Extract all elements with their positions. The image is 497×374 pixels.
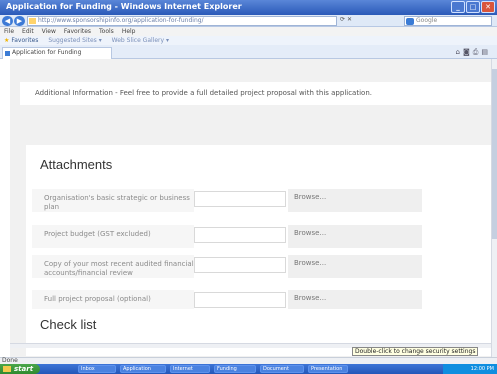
menu-view[interactable]: View bbox=[42, 27, 56, 36]
browse-button[interactable]: Browse... bbox=[294, 193, 326, 201]
attachment-row: Copy of your most recent audited financi… bbox=[26, 255, 491, 278]
start-label: start bbox=[14, 365, 34, 373]
tab-row: Application for Funding ⌂◙⎙▤ bbox=[0, 45, 497, 59]
checklist-heading: Check list bbox=[40, 317, 97, 332]
forward-button[interactable]: ▶ bbox=[14, 16, 25, 26]
command-bar: ⌂◙⎙▤ bbox=[456, 48, 491, 57]
search-input[interactable]: Google bbox=[404, 16, 492, 26]
tab-favicon-icon bbox=[5, 51, 10, 56]
attachment-label: Full project proposal (optional) bbox=[44, 295, 151, 303]
star-icon: ★ bbox=[4, 37, 10, 44]
system-tray: 12:00 PM bbox=[443, 364, 497, 374]
attachment-label: Project budget (GST excluded) bbox=[44, 230, 151, 238]
favorites-bar: ★ Favorites Suggested Sites ▾ Web Slice … bbox=[0, 36, 497, 45]
clock: 12:00 PM bbox=[470, 366, 494, 372]
close-button[interactable]: ✕ bbox=[481, 1, 495, 13]
feeds-icon[interactable]: ◙ bbox=[463, 48, 473, 56]
address-toolbar: ◀ ▶ http://www.sponsorshipinfo.org/appli… bbox=[0, 15, 497, 27]
scrollbar-thumb[interactable] bbox=[492, 69, 497, 239]
windows-flag-icon bbox=[3, 366, 11, 372]
browse-button[interactable]: Browse... bbox=[294, 229, 326, 237]
attachment-label: Organisation's basic strategic or busine… bbox=[44, 194, 190, 211]
status-text: Done bbox=[2, 357, 18, 364]
menu-file[interactable]: File bbox=[4, 27, 14, 36]
taskbar: start Inbox Application Internet Funding… bbox=[0, 364, 497, 374]
file-path-input[interactable] bbox=[194, 227, 286, 243]
taskbar-button[interactable]: Presentation bbox=[308, 365, 348, 373]
search-placeholder: Google bbox=[416, 17, 438, 24]
browse-button[interactable]: Browse... bbox=[294, 259, 326, 267]
address-controls: ⟳ ✕ bbox=[340, 16, 400, 26]
menu-help[interactable]: Help bbox=[122, 27, 136, 36]
page-icon bbox=[29, 18, 36, 24]
taskbar-button[interactable]: Internet bbox=[170, 365, 210, 373]
forward-arrow-icon: ▶ bbox=[16, 17, 23, 25]
taskbar-button[interactable]: Funding bbox=[214, 365, 256, 373]
window-titlebar: Application for Funding - Windows Intern… bbox=[0, 0, 497, 15]
file-path-input[interactable] bbox=[194, 292, 286, 308]
security-tooltip: Double-click to change security settings bbox=[352, 347, 479, 356]
stop-icon[interactable]: ✕ bbox=[347, 16, 352, 23]
window-title: Application for Funding - Windows Intern… bbox=[6, 2, 242, 11]
browse-button[interactable]: Browse... bbox=[294, 294, 326, 302]
attachments-heading: Attachments bbox=[40, 157, 113, 172]
attachment-row: Organisation's basic strategic or busine… bbox=[26, 189, 491, 212]
minimize-button[interactable]: _ bbox=[451, 1, 465, 13]
tab-label: Application for Funding bbox=[12, 49, 82, 56]
menu-bar: File Edit View Favorites Tools Help bbox=[0, 27, 497, 36]
taskbar-button[interactable]: Application bbox=[120, 365, 166, 373]
menu-favorites[interactable]: Favorites bbox=[64, 27, 91, 36]
file-path-input[interactable] bbox=[194, 191, 286, 207]
favorites-button[interactable]: Favorites bbox=[11, 37, 38, 44]
page-content: Additional Information - Feel free to pr… bbox=[10, 59, 497, 357]
tab-application-for-funding[interactable]: Application for Funding bbox=[2, 47, 112, 59]
menu-tools[interactable]: Tools bbox=[99, 27, 114, 36]
home-icon[interactable]: ⌂ bbox=[456, 48, 463, 56]
maximize-button[interactable]: □ bbox=[466, 1, 480, 13]
back-arrow-icon: ◀ bbox=[4, 17, 11, 25]
attachment-label: Copy of your most recent audited financi… bbox=[44, 260, 194, 277]
attachment-row: Project budget (GST excluded) Browse... bbox=[26, 225, 491, 248]
favorites-item-suggested[interactable]: Suggested Sites ▾ bbox=[48, 37, 101, 44]
address-input[interactable]: http://www.sponsorshipinfo.org/applicati… bbox=[27, 16, 337, 26]
refresh-icon[interactable]: ⟳ bbox=[340, 16, 345, 23]
favorites-item-webslice[interactable]: Web Slice Gallery ▾ bbox=[112, 37, 169, 44]
start-button[interactable]: start bbox=[0, 364, 40, 374]
taskbar-button[interactable]: Inbox bbox=[78, 365, 116, 373]
search-provider-icon bbox=[406, 18, 414, 25]
vertical-scrollbar[interactable] bbox=[491, 59, 497, 357]
url-text: http://www.sponsorshipinfo.org/applicati… bbox=[38, 17, 204, 24]
page-menu-icon[interactable]: ▤ bbox=[481, 48, 491, 56]
status-bar: Done bbox=[0, 357, 497, 364]
back-button[interactable]: ◀ bbox=[2, 16, 13, 26]
file-path-input[interactable] bbox=[194, 257, 286, 273]
additional-info-text: Additional Information - Feel free to pr… bbox=[35, 89, 372, 97]
taskbar-button[interactable]: Document bbox=[260, 365, 304, 373]
window-controls: _ □ ✕ bbox=[451, 1, 495, 13]
menu-edit[interactable]: Edit bbox=[22, 27, 34, 36]
